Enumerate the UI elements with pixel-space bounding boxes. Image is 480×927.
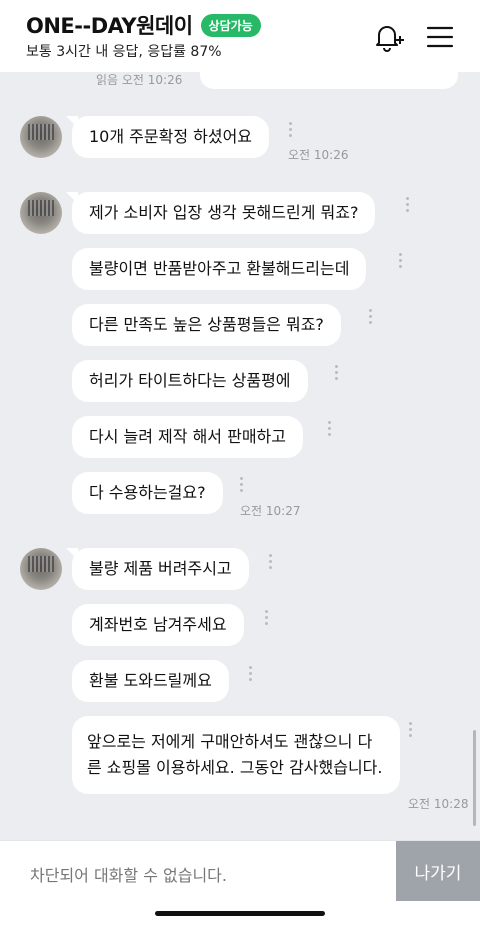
input-bar: 차단되어 대화할 수 없습니다. 나가기	[0, 840, 480, 927]
more-options-icon[interactable]	[335, 365, 339, 383]
title-row: ONE--DAY원데이 상담가능	[26, 10, 261, 40]
hamburger-menu-icon[interactable]	[424, 20, 458, 54]
message-bubble: 불량이면 반품받아주고 환불해드리는데	[72, 248, 367, 290]
read-receipt: 읽음 오전 10:26	[96, 73, 183, 87]
avatar[interactable]	[20, 192, 62, 234]
exit-button[interactable]: 나가기	[396, 841, 480, 901]
message-time: 오전 10:26	[288, 148, 349, 162]
message-bubble: 앞으로는 저에게 구매안하셔도 괜찮으니 다른 쇼핑몰 이용하세요. 그동안 감…	[72, 716, 400, 794]
chat-area[interactable]: 읽음 오전 10:26 10개 주문확정 하셨어요 오전 10:26 제가 소비…	[0, 72, 480, 840]
message-bubble: 다른 만족도 높은 상품평들은 뭐죠?	[72, 304, 341, 346]
message-bubble: 다시 늘려 제작 해서 판매하고	[72, 416, 303, 458]
message-bubble: 불량 제품 버려주시고	[66, 548, 249, 590]
message-bubble: 제가 소비자 입장 생각 못해드린게 뭐죠?	[65, 192, 376, 234]
avatar[interactable]	[20, 548, 62, 590]
message-bubble: 다 수용하는걸요?	[72, 472, 223, 514]
blocked-notice: 차단되어 대화할 수 없습니다.	[30, 866, 227, 885]
more-options-icon[interactable]	[265, 610, 269, 628]
message-bubble: 환불 도와드릴께요	[72, 660, 229, 702]
scrollbar[interactable]	[473, 730, 476, 826]
more-options-icon[interactable]	[249, 666, 253, 684]
home-indicator[interactable]	[155, 911, 325, 916]
more-options-icon[interactable]	[409, 722, 413, 740]
sent-message-bubble	[200, 72, 458, 89]
response-rate-text: 보통 3시간 내 응답, 응답률 87%	[26, 44, 222, 60]
message-bubble: 허리가 타이트하다는 상품평에	[72, 360, 308, 402]
message-time: 오전 10:28	[408, 797, 469, 811]
more-options-icon[interactable]	[369, 309, 373, 327]
more-options-icon[interactable]	[269, 554, 273, 572]
message-bubble: 계좌번호 남겨주세요	[72, 604, 244, 646]
chat-header: ONE--DAY원데이 상담가능 보통 3시간 내 응답, 응답률 87%	[0, 0, 480, 72]
avatar[interactable]	[20, 116, 62, 158]
bell-plus-icon[interactable]	[370, 20, 404, 54]
more-options-icon[interactable]	[289, 122, 293, 140]
message-bubble: 10개 주문확정 하셨어요	[65, 116, 270, 158]
more-options-icon[interactable]	[328, 421, 332, 439]
message-time: 오전 10:27	[240, 504, 301, 518]
shop-name[interactable]: ONE--DAY원데이	[26, 10, 193, 40]
more-options-icon[interactable]	[399, 253, 403, 271]
more-options-icon[interactable]	[240, 477, 244, 495]
status-badge: 상담가능	[200, 13, 261, 37]
more-options-icon[interactable]	[406, 197, 410, 215]
